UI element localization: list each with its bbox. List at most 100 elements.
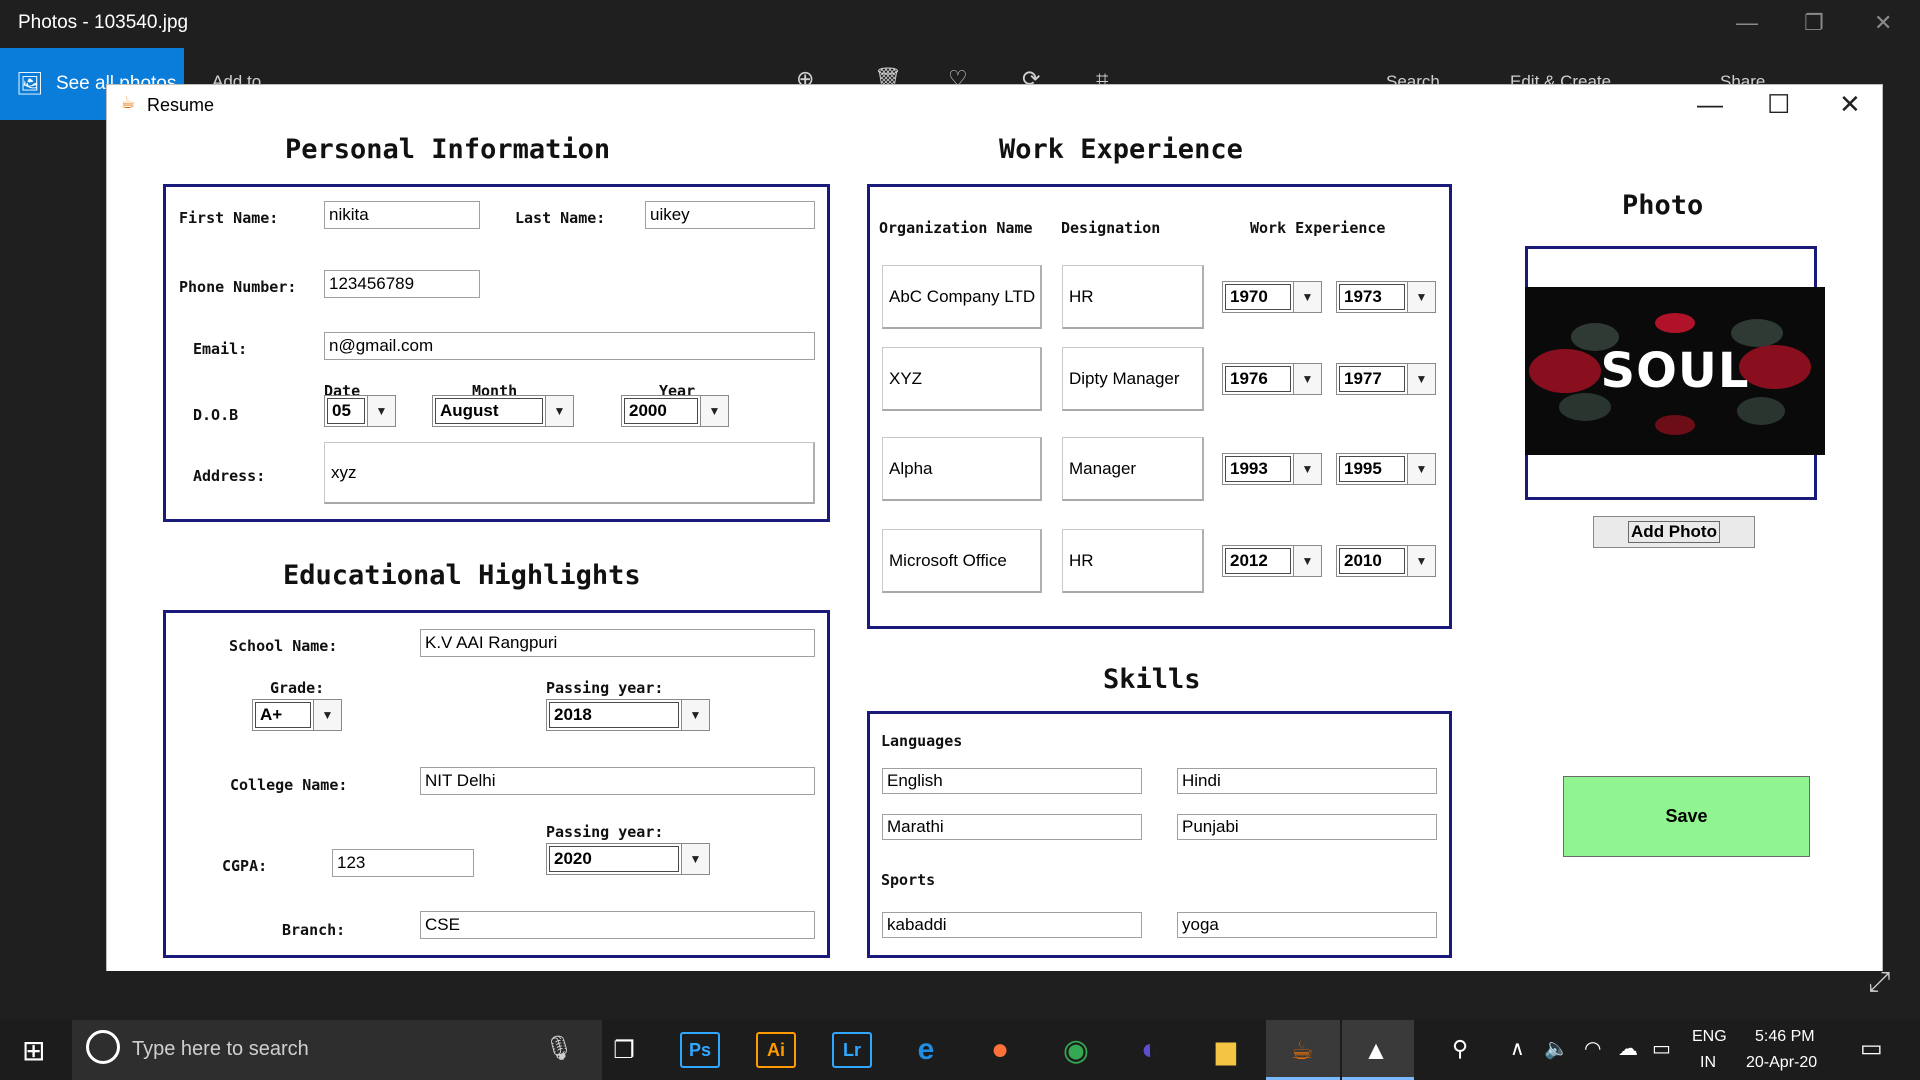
passing-year-college-select[interactable]: 2020 ▼ <box>546 843 710 875</box>
last-name-input[interactable]: uikey <box>645 201 815 229</box>
date-select-value: 05 <box>327 398 365 424</box>
phone-label: Phone Number: <box>179 278 297 296</box>
resume-window-title: Resume <box>147 95 215 115</box>
language-input-4[interactable]: Punjabi <box>1177 814 1437 840</box>
language-input-1[interactable]: English <box>882 768 1142 794</box>
wifi-icon[interactable]: ◠ <box>1584 1036 1601 1061</box>
organization-input-2[interactable]: XYZ <box>882 347 1042 411</box>
year-select-value: 2000 <box>624 398 698 424</box>
clock-date[interactable]: 20-Apr-20 <box>1746 1054 1817 1072</box>
clock-time[interactable]: 5:46 PM <box>1755 1028 1815 1046</box>
file-explorer-icon[interactable]: ▆ <box>1206 1032 1246 1068</box>
passing-year-school-select[interactable]: 2018 ▼ <box>546 699 710 731</box>
date-select[interactable]: 05 ▼ <box>324 395 396 427</box>
taskbar-search-box[interactable]: Type here to search 🎙 <box>72 1020 602 1080</box>
sport-input-2[interactable]: yoga <box>1177 912 1437 938</box>
designation-input-4[interactable]: HR <box>1062 529 1204 593</box>
from-year-select-2[interactable]: 1976 ▼ <box>1222 363 1322 395</box>
battery-icon[interactable]: ▭ <box>1652 1036 1671 1061</box>
add-photo-button[interactable]: Add Photo <box>1593 516 1755 548</box>
add-photo-label: Add Photo <box>1628 521 1720 543</box>
photos-titlebar: Photos - 103540.jpg — ❐ ✕ <box>0 0 1920 48</box>
school-name-input[interactable]: K.V AAI Rangpuri <box>420 629 815 657</box>
photos-close-icon[interactable]: ✕ <box>1874 10 1892 36</box>
edge-icon[interactable]: e <box>906 1032 946 1068</box>
windows-start-icon[interactable]: ⊞ <box>22 1034 45 1067</box>
resume-maximize-icon[interactable]: ☐ <box>1767 89 1790 120</box>
from-year-select-3[interactable]: 1993 ▼ <box>1222 453 1322 485</box>
eclipse-icon[interactable]: ◐ <box>1130 1032 1170 1068</box>
from-year-value-2: 1976 <box>1225 366 1291 392</box>
photos-minimize-icon[interactable]: — <box>1736 10 1758 36</box>
language-input-3[interactable]: Marathi <box>882 814 1142 840</box>
language-indicator-top[interactable]: ENG <box>1692 1028 1727 1046</box>
month-select[interactable]: August ▼ <box>432 395 574 427</box>
designation-input-1[interactable]: HR <box>1062 265 1204 329</box>
chrome-icon[interactable]: ◉ <box>1056 1032 1096 1068</box>
to-year-select-1[interactable]: 1973 ▼ <box>1336 281 1436 313</box>
organization-column-header: Organization Name <box>879 219 1033 237</box>
to-year-select-2[interactable]: 1977 ▼ <box>1336 363 1436 395</box>
email-input[interactable]: n@gmail.com <box>324 332 815 360</box>
to-year-value-4: 2010 <box>1339 548 1405 574</box>
resume-titlebar: ☕ Resume — ☐ ✕ <box>107 85 1882 128</box>
grade-select[interactable]: A+ ▼ <box>252 699 342 731</box>
languages-label: Languages <box>881 732 963 750</box>
college-name-input[interactable]: NIT Delhi <box>420 767 815 795</box>
java-app-icon[interactable]: ☕ <box>1282 1032 1322 1068</box>
chevron-down-icon: ▼ <box>681 844 709 874</box>
from-year-value-1: 1970 <box>1225 284 1291 310</box>
photos-icon: 🖼 <box>16 71 44 96</box>
organization-input-1[interactable]: AbC Company LTD <box>882 265 1042 329</box>
to-year-value-3: 1995 <box>1339 456 1405 482</box>
last-name-label: Last Name: <box>515 209 606 227</box>
designation-input-3[interactable]: Manager <box>1062 437 1204 501</box>
from-year-select-4[interactable]: 2012 ▼ <box>1222 545 1322 577</box>
phone-input[interactable]: 123456789 <box>324 270 480 298</box>
firefox-icon[interactable]: ● <box>980 1032 1020 1068</box>
chevron-down-icon: ▼ <box>1293 364 1321 394</box>
education-heading: Educational Highlights <box>283 560 641 591</box>
resume-close-icon[interactable]: ✕ <box>1839 89 1861 120</box>
sport-input-1[interactable]: kabaddi <box>882 912 1142 938</box>
chevron-down-icon: ▼ <box>1293 546 1321 576</box>
volume-icon[interactable]: 🔈 <box>1544 1036 1569 1061</box>
notifications-icon[interactable]: ▭ <box>1860 1034 1883 1063</box>
fullscreen-icon[interactable]: ⤢ <box>1868 966 1890 999</box>
from-year-value-3: 1993 <box>1225 456 1291 482</box>
college-name-label: College Name: <box>230 776 348 794</box>
organization-input-4[interactable]: Microsoft Office <box>882 529 1042 593</box>
year-select[interactable]: 2000 ▼ <box>621 395 729 427</box>
java-cup-icon: ☕ <box>120 93 136 112</box>
to-year-select-3[interactable]: 1995 ▼ <box>1336 453 1436 485</box>
task-view-icon[interactable]: ❐ <box>604 1032 644 1068</box>
sports-label: Sports <box>881 871 936 889</box>
month-select-value: August <box>435 398 543 424</box>
from-year-value-4: 2012 <box>1225 548 1291 574</box>
from-year-select-1[interactable]: 1970 ▼ <box>1222 281 1322 313</box>
address-input[interactable]: xyz <box>324 442 815 504</box>
chevron-down-icon: ▼ <box>1407 282 1435 312</box>
profile-photo: SOUL <box>1525 287 1825 455</box>
photos-app-icon[interactable]: ▲ <box>1356 1032 1396 1068</box>
people-icon[interactable]: ⚲ <box>1452 1036 1468 1062</box>
cgpa-input[interactable]: 123 <box>332 849 474 877</box>
organization-input-3[interactable]: Alpha <box>882 437 1042 501</box>
tray-chevron-up-icon[interactable]: ∧ <box>1510 1036 1525 1061</box>
microphone-icon[interactable]: 🎙 <box>544 1034 574 1063</box>
to-year-select-4[interactable]: 2010 ▼ <box>1336 545 1436 577</box>
photoshop-icon[interactable]: Ps <box>680 1032 720 1068</box>
lightroom-icon[interactable]: Lr <box>832 1032 872 1068</box>
illustrator-icon[interactable]: Ai <box>756 1032 796 1068</box>
first-name-input[interactable]: nikita <box>324 201 480 229</box>
address-label: Address: <box>193 467 266 485</box>
language-input-2[interactable]: Hindi <box>1177 768 1437 794</box>
photos-restore-icon[interactable]: ❐ <box>1804 10 1824 36</box>
save-button[interactable]: Save <box>1563 776 1810 857</box>
designation-input-2[interactable]: Dipty Manager <box>1062 347 1204 411</box>
onedrive-icon[interactable]: ☁ <box>1618 1036 1638 1061</box>
resume-content: Personal Information First Name: nikita … <box>107 128 1882 971</box>
branch-input[interactable]: CSE <box>420 911 815 939</box>
resume-minimize-icon[interactable]: — <box>1697 89 1723 120</box>
language-indicator-bottom[interactable]: IN <box>1700 1054 1716 1072</box>
